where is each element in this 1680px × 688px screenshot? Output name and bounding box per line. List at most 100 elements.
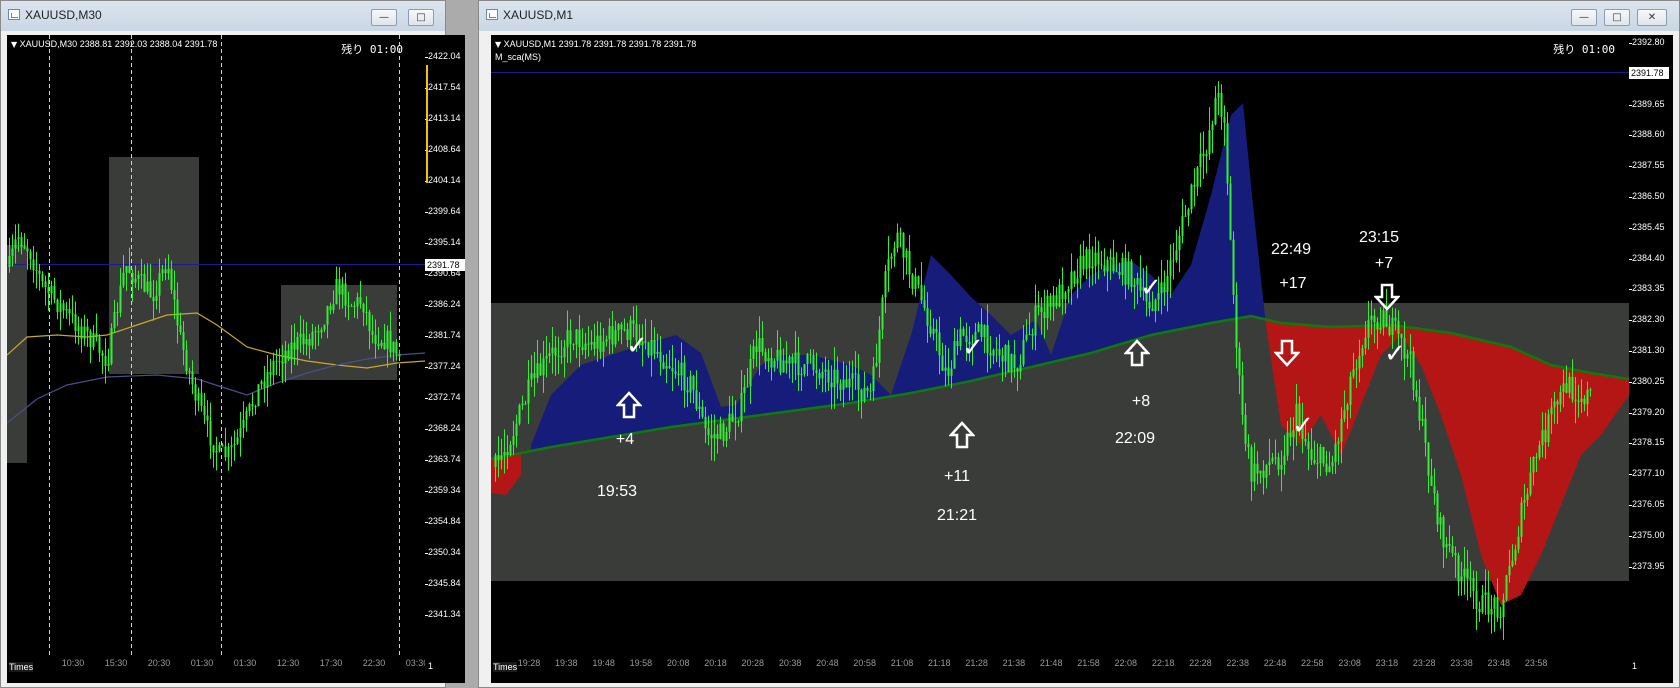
candle-body (1385, 310, 1388, 327)
price-label: 2387.55 (1632, 160, 1665, 171)
candle-body (869, 390, 872, 392)
candle-body (1373, 315, 1376, 323)
candle-body (1556, 401, 1559, 405)
ohlc-text: XAUUSD,M30 2388.81 2392.03 2388.04 2391.… (19, 39, 218, 49)
candle-body (989, 353, 992, 356)
candle-body (1376, 322, 1379, 330)
candle-body (935, 328, 938, 333)
minimize-button[interactable]: — (1571, 9, 1597, 26)
candle-body (1358, 355, 1361, 369)
minimize-button[interactable]: — (371, 9, 397, 26)
candle-body (686, 390, 689, 393)
candle-body (1328, 466, 1331, 473)
close-button[interactable]: ✕ (1637, 9, 1667, 26)
candle-body (98, 336, 101, 353)
time-axis[interactable]: Times 10:30 15:30 20:30 01:30 01:30 12:30 17:3… (7, 657, 428, 683)
chart-window-icon (8, 9, 20, 20)
collapse-triangle-icon[interactable]: ▼ (11, 40, 17, 49)
candle-body (1043, 312, 1046, 319)
candle-body (1514, 549, 1517, 561)
candle-body (785, 360, 788, 364)
candle-body (368, 311, 371, 332)
candle-body (221, 444, 224, 447)
maximize-button[interactable]: □ (408, 9, 434, 26)
candle-body (587, 343, 590, 345)
corner-label: 1 (1632, 661, 1638, 671)
time-label: 23:58 (1524, 658, 1548, 668)
candle-body (95, 333, 98, 337)
candle-body (164, 269, 167, 274)
candle-body (548, 353, 551, 356)
candle-body (293, 342, 296, 350)
collapse-triangle-icon[interactable]: ▼ (495, 40, 501, 49)
price-label: 2413.14 (428, 113, 461, 123)
candle-body (50, 286, 53, 294)
price-label: 2380.25 (1632, 375, 1665, 386)
candle-body (572, 344, 575, 346)
candle-body (1262, 470, 1265, 478)
maximize-button[interactable]: □ (1604, 9, 1630, 26)
candle-body (344, 283, 347, 306)
candle-body (1265, 464, 1268, 478)
indicator-name: M_sca(MS) (495, 52, 542, 62)
candle-body (1397, 320, 1400, 334)
candle-body (1343, 410, 1346, 419)
candle-body (152, 297, 155, 302)
candle-body (1163, 282, 1166, 293)
candle-body (185, 349, 188, 372)
candle-body (260, 381, 263, 385)
title-bar[interactable]: XAUUSD,M1 — □ ✕ (479, 1, 1679, 31)
candle-body (1430, 475, 1433, 486)
candle-body (1193, 184, 1196, 187)
price-chart[interactable]: ▼ XAUUSD,M30 2388.81 2392.03 2388.04 239… (7, 35, 425, 657)
candle-body (1475, 590, 1478, 610)
price-chart[interactable]: ▼ XAUUSD,M1 2391.78 2391.78 2391.78 2391… (491, 35, 1629, 657)
candle-body (335, 278, 338, 305)
candle-body (167, 268, 170, 274)
candle-body (716, 434, 719, 439)
candle-body (38, 270, 41, 275)
candle-body (56, 299, 59, 312)
time-axis[interactable]: Times 19:28 19:38 19:48 19:58 20:08 20:18 20:2… (491, 657, 1629, 683)
candle-body (206, 415, 209, 421)
candle-body (1568, 376, 1571, 393)
close-button[interactable] (443, 9, 444, 26)
candle-body (1379, 327, 1382, 330)
price-label: 2373.95 (1632, 560, 1665, 571)
candle-body (1451, 545, 1454, 553)
price-label: 2382.30 (1632, 314, 1665, 325)
candle-body (866, 387, 869, 391)
candle-body (1550, 407, 1553, 415)
candle-body (254, 406, 257, 408)
candle-body (1454, 552, 1457, 556)
candle-body (584, 343, 587, 351)
corner-label: 1 (428, 661, 434, 671)
candle-body (599, 335, 602, 352)
candle-body (1127, 261, 1130, 285)
trade-time: 22:49 (1270, 241, 1312, 258)
candle-body (905, 250, 908, 258)
candle-body (533, 373, 536, 378)
candle-body (755, 346, 758, 353)
candle-body (977, 324, 980, 332)
window-title: XAUUSD,M1 (503, 8, 574, 22)
candle-body (1544, 430, 1547, 443)
candle-body (149, 281, 152, 298)
candle-body (1427, 442, 1430, 476)
candle-body (671, 367, 674, 372)
candle-body (374, 335, 377, 345)
price-axis[interactable]: 2422.04 2417.54 2413.14 2408.64 2404.14 2399.… (425, 35, 465, 657)
candle-body (518, 405, 521, 424)
candle-body (8, 256, 11, 267)
title-bar[interactable]: XAUUSD,M30 — □ (1, 1, 445, 31)
up-arrow-icon (616, 391, 642, 419)
candle-body (668, 366, 671, 368)
price-label: 2372.74 (428, 392, 461, 402)
candle-body (602, 341, 605, 352)
candle-body (1337, 441, 1340, 444)
candle-body (332, 304, 335, 311)
price-axis[interactable]: 2392.802390.702389.652388.602387.552386.… (1629, 35, 1673, 657)
candle-body (155, 295, 158, 302)
candle-body (1178, 235, 1181, 251)
candle-body (1013, 354, 1016, 369)
